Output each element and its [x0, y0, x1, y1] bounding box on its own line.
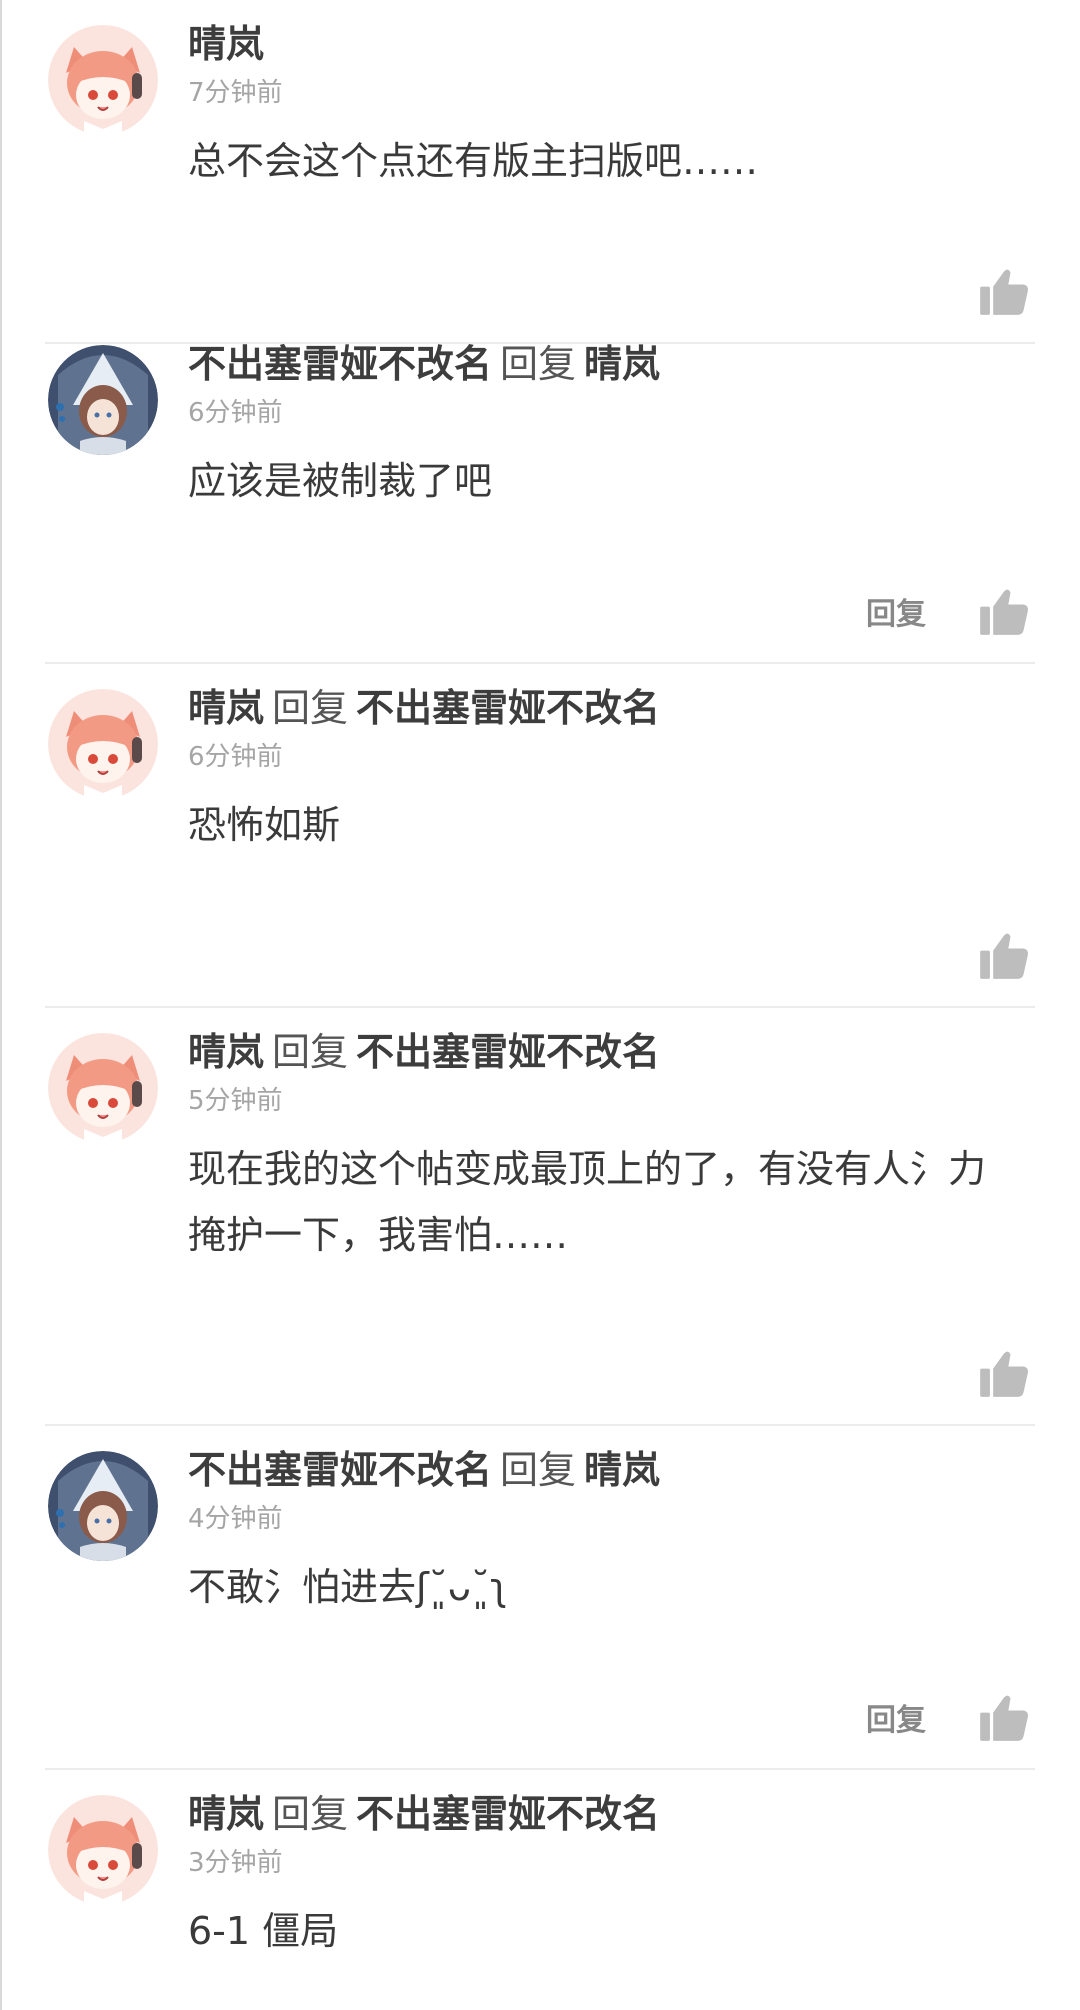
thumbs-up-icon[interactable]: [978, 1347, 1030, 1399]
avatar[interactable]: [48, 1795, 158, 1905]
reply-to-name[interactable]: 不出塞雷娅不改名: [356, 686, 660, 730]
comment-time: 6分钟前: [188, 398, 283, 428]
comment-header: 晴岚: [188, 20, 1040, 68]
reply-button[interactable]: 回复: [866, 1695, 926, 1739]
author-name[interactable]: 不出塞雷娅不改名: [188, 342, 492, 386]
reply-label: 回复: [500, 342, 577, 386]
comment-text: 恐怖如斯: [188, 803, 341, 847]
comment-text: 现在我的这个帖变成最顶上的了，有没有人氵力掩护一下，我害怕……: [188, 1147, 987, 1257]
author-name[interactable]: 晴岚: [188, 1030, 264, 1074]
comment-time: 6分钟前: [188, 742, 283, 772]
reply-to-name[interactable]: 不出塞雷娅不改名: [356, 1792, 660, 1836]
reply-label: 回复: [272, 1030, 349, 1074]
author-name[interactable]: 不出塞雷娅不改名: [188, 1448, 492, 1492]
reply-label: 回复: [272, 1792, 349, 1836]
comment-header: 不出塞雷娅不改名 回复 晴岚: [188, 340, 1040, 388]
avatar[interactable]: [48, 345, 158, 455]
reply-label: 回复: [500, 1448, 577, 1492]
comment-text: 应该是被制裁了吧: [188, 459, 493, 503]
reply-to-name[interactable]: 晴岚: [584, 342, 660, 386]
comment-time: 5分钟前: [188, 1086, 283, 1116]
avatar[interactable]: [48, 1451, 158, 1561]
reply-button[interactable]: 回复: [866, 589, 926, 633]
comment-item: 不出塞雷娅不改名 回复 晴岚 4分钟前 不敢氵怕进去ʃ˘͈ᴗ˘͈ʅ 回复: [0, 1426, 1080, 1770]
author-name[interactable]: 晴岚: [188, 1792, 264, 1836]
comment-time: 3分钟前: [188, 1848, 283, 1878]
comment-time: 4分钟前: [188, 1504, 283, 1534]
comment-item: 晴岚 回复 不出塞雷娅不改名 5分钟前 现在我的这个帖变成最顶上的了，有没有人氵力掩…: [0, 1008, 1080, 1426]
author-name[interactable]: 晴岚: [188, 22, 264, 66]
comment-text: 总不会这个点还有版主扫版吧……: [188, 139, 759, 183]
reply-to-name[interactable]: 晴岚: [584, 1448, 660, 1492]
comment-header: 晴岚 回复 不出塞雷娅不改名: [188, 1028, 1040, 1076]
comment-text: 不敢氵怕进去ʃ˘͈ᴗ˘͈ʅ: [188, 1565, 508, 1609]
author-name[interactable]: 晴岚: [188, 686, 264, 730]
comment-text: 6-1 僵局: [188, 1909, 339, 1953]
thumbs-up-icon[interactable]: [978, 265, 1030, 317]
reply-label: 回复: [272, 686, 349, 730]
comment-item: 不出塞雷娅不改名 回复 晴岚 6分钟前 应该是被制裁了吧 回复: [0, 320, 1080, 664]
comment-header: 晴岚 回复 不出塞雷娅不改名: [188, 1790, 1040, 1838]
thumbs-up-icon[interactable]: [978, 585, 1030, 637]
thumbs-up-icon[interactable]: [978, 1691, 1030, 1743]
reply-to-name[interactable]: 不出塞雷娅不改名: [356, 1030, 660, 1074]
thumbs-up-icon[interactable]: [978, 929, 1030, 981]
avatar[interactable]: [48, 1033, 158, 1143]
comment-item: 晴岚 7分钟前 总不会这个点还有版主扫版吧……: [0, 0, 1080, 344]
comment-item: 晴岚 回复 不出塞雷娅不改名 6分钟前 恐怖如斯: [0, 664, 1080, 1008]
avatar[interactable]: [48, 689, 158, 799]
comment-time: 7分钟前: [188, 78, 283, 108]
avatar[interactable]: [48, 25, 158, 135]
comment-header: 晴岚 回复 不出塞雷娅不改名: [188, 684, 1040, 732]
comment-item: 晴岚 回复 不出塞雷娅不改名 3分钟前 6-1 僵局: [0, 1770, 1080, 2010]
comment-header: 不出塞雷娅不改名 回复 晴岚: [188, 1446, 1040, 1494]
